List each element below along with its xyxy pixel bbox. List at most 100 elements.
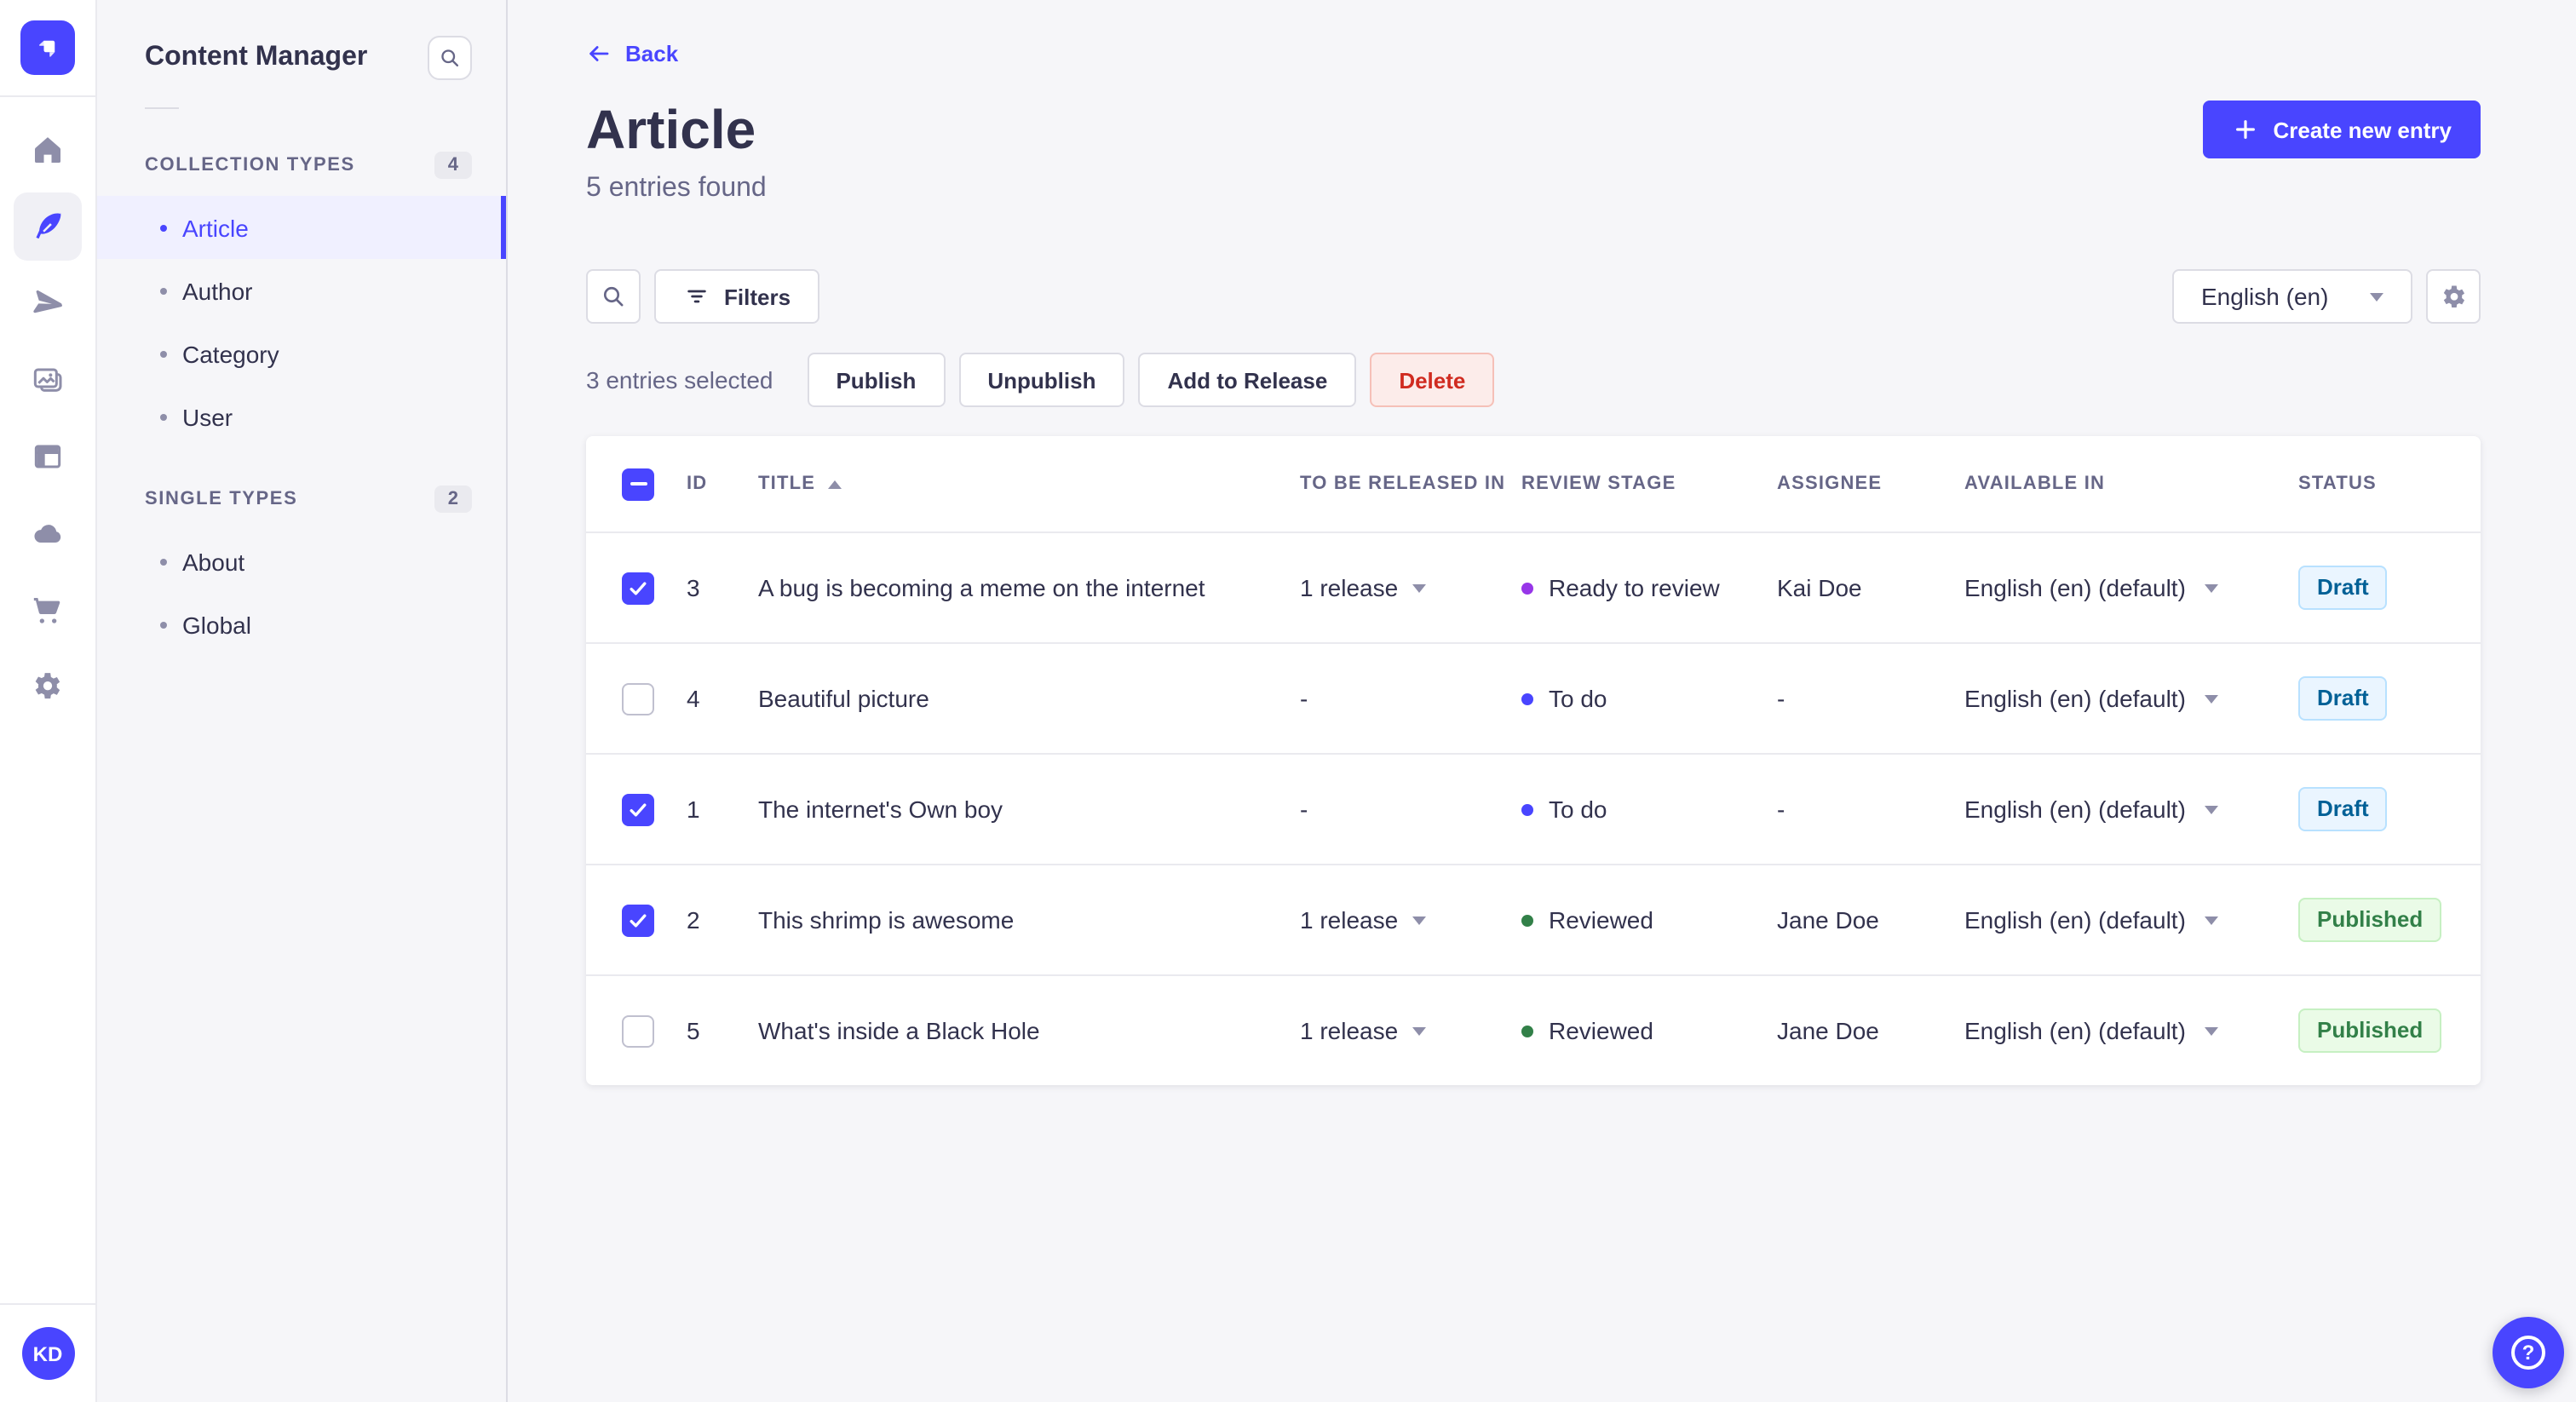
chevron-down-icon[interactable] — [2204, 916, 2218, 924]
help-button[interactable]: ? — [2493, 1317, 2564, 1388]
status-badge: Draft — [2298, 566, 2388, 610]
row-checkbox[interactable] — [622, 1014, 654, 1047]
table-row[interactable]: 1 The internet's Own boy - To do - Engli… — [586, 753, 2481, 864]
column-header-id[interactable]: ID — [687, 474, 758, 494]
entry-title: Beautiful picture — [758, 685, 929, 712]
entry-review-stage: Reviewed — [1521, 1017, 1777, 1044]
table-row[interactable]: 4 Beautiful picture - To do - English (e… — [586, 642, 2481, 753]
stage-dot-icon — [1521, 914, 1533, 926]
chevron-down-icon[interactable] — [1412, 1026, 1426, 1035]
entry-status: Draft — [2298, 787, 2445, 831]
column-header-review-stage: REVIEW STAGE — [1521, 474, 1676, 494]
rail-divider — [0, 95, 96, 97]
entry-locale: English (en) (default) — [1964, 685, 2298, 712]
add-to-release-button[interactable]: Add to Release — [1138, 353, 1357, 407]
column-header-assignee: ASSIGNEE — [1777, 474, 1883, 494]
feather-icon — [36, 211, 61, 238]
sidebar-item[interactable]: User — [97, 385, 506, 448]
entry-locale: English (en) (default) — [1964, 906, 2298, 934]
rail-item-marketplace[interactable] — [14, 575, 82, 643]
entry-assignee: Kai Doe — [1777, 574, 1862, 601]
rail-item-home[interactable] — [14, 115, 82, 183]
bullet-icon — [160, 350, 167, 357]
plus-icon — [2236, 120, 2256, 139]
entry-locale: English (en) (default) — [1964, 796, 2298, 823]
entry-release: - — [1300, 685, 1308, 712]
single-types-label: SINGLE TYPES — [145, 489, 298, 509]
bullet-icon — [160, 287, 167, 294]
chevron-down-icon — [2370, 292, 2383, 301]
sidebar-item[interactable]: Article — [97, 196, 506, 259]
layout-icon — [34, 444, 61, 468]
chevron-down-icon[interactable] — [1412, 583, 1426, 592]
single-types-list: About Global — [97, 530, 506, 656]
chevron-down-icon[interactable] — [1412, 916, 1426, 924]
user-avatar[interactable]: KD — [21, 1327, 74, 1380]
sidebar-item[interactable]: About — [97, 530, 506, 593]
table-row[interactable]: 5 What's inside a Black Hole 1 release R… — [586, 974, 2481, 1085]
sidebar-item[interactable]: Category — [97, 322, 506, 385]
entry-release: 1 release — [1300, 574, 1521, 601]
sidebar-item[interactable]: Author — [97, 259, 506, 322]
search-entries-button[interactable] — [586, 269, 641, 324]
select-all-checkbox[interactable] — [622, 468, 654, 500]
view-settings-button[interactable] — [2426, 269, 2481, 324]
rail-item-content-type-builder[interactable] — [14, 422, 82, 490]
gear-icon — [2442, 284, 2464, 307]
chevron-down-icon[interactable] — [2204, 694, 2218, 703]
help-icon: ? — [2511, 1336, 2545, 1370]
chevron-down-icon[interactable] — [2204, 805, 2218, 813]
locale-select[interactable]: English (en) — [2172, 269, 2412, 324]
bullet-icon — [160, 621, 167, 628]
entry-assignee: Jane Doe — [1777, 906, 1879, 934]
entry-id: 5 — [687, 1017, 700, 1044]
back-arrow-icon — [589, 46, 609, 61]
entry-id: 2 — [687, 906, 700, 934]
entry-id: 1 — [687, 796, 700, 823]
search-icon — [441, 49, 459, 67]
table-body: 3 A bug is becoming a meme on the intern… — [586, 531, 2481, 1085]
rail-item-content-manager[interactable] — [14, 192, 82, 260]
stage-dot-icon — [1521, 692, 1533, 704]
check-icon — [630, 581, 647, 595]
row-checkbox[interactable] — [622, 793, 654, 825]
row-checkbox[interactable] — [622, 572, 654, 604]
chevron-down-icon[interactable] — [2204, 583, 2218, 592]
sidebar-item-label: Category — [182, 340, 279, 367]
sidebar-item[interactable]: Global — [97, 593, 506, 656]
publish-button[interactable]: Publish — [807, 353, 946, 407]
row-checkbox[interactable] — [622, 682, 654, 715]
table-row[interactable]: 2 This shrimp is awesome 1 release Revie… — [586, 864, 2481, 974]
sidebar-search-button[interactable] — [428, 36, 472, 80]
row-checkbox[interactable] — [622, 904, 654, 936]
collection-types-label: COLLECTION TYPES — [145, 155, 355, 175]
unpublish-button[interactable]: Unpublish — [958, 353, 1125, 407]
strapi-logo[interactable] — [20, 20, 75, 75]
filters-button[interactable]: Filters — [654, 269, 820, 324]
back-link[interactable]: Back — [586, 41, 678, 66]
entry-release: - — [1300, 796, 1308, 823]
create-new-entry-button[interactable]: Create new entry — [2203, 101, 2481, 158]
entry-assignee: - — [1777, 796, 1785, 823]
sidebar-item-label: Article — [182, 214, 249, 241]
rail-item-media-library[interactable] — [14, 345, 82, 413]
stage-dot-icon — [1521, 582, 1533, 594]
check-icon — [630, 913, 647, 927]
entry-review-stage: Ready to review — [1521, 574, 1777, 601]
sidebar-item-label: About — [182, 548, 245, 575]
table-row[interactable]: 3 A bug is becoming a meme on the intern… — [586, 531, 2481, 642]
rail-item-deploy[interactable] — [14, 498, 82, 566]
status-badge: Published — [2298, 898, 2442, 942]
column-header-title[interactable]: TITLE — [758, 474, 1300, 494]
rail-item-releases[interactable] — [14, 268, 82, 336]
sidebar-rule — [145, 107, 179, 109]
chevron-down-icon[interactable] — [2204, 1026, 2218, 1035]
selection-summary: 3 entries selected — [586, 366, 773, 394]
entry-locale: English (en) (default) — [1964, 1017, 2298, 1044]
single-types-count: 2 — [434, 486, 472, 513]
stage-dot-icon — [1521, 1025, 1533, 1037]
sidebar-item-label: Global — [182, 611, 251, 638]
sidebar-item-label: Author — [182, 277, 253, 304]
rail-item-settings[interactable] — [14, 652, 82, 720]
delete-button[interactable]: Delete — [1370, 353, 1495, 407]
